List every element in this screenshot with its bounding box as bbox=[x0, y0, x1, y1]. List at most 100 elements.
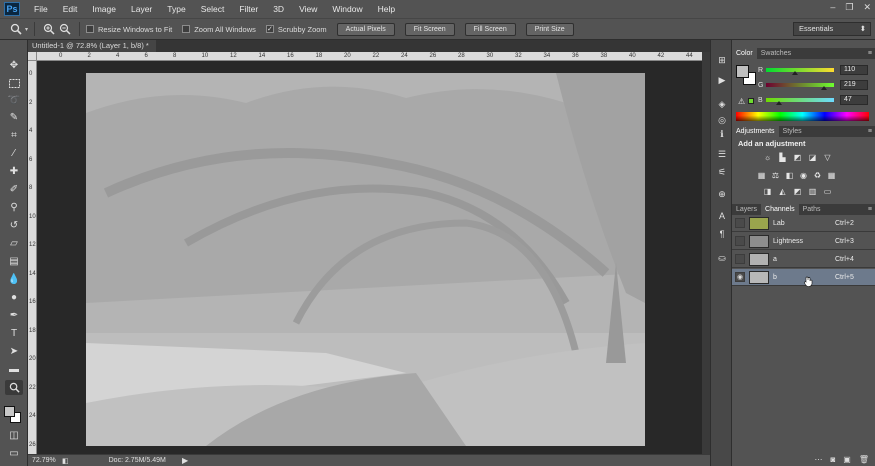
path-selection-tool-icon[interactable]: ➤ bbox=[5, 344, 23, 359]
menu-type[interactable]: Type bbox=[159, 4, 192, 14]
slider-track[interactable] bbox=[766, 83, 834, 90]
quick-select-tool-icon[interactable]: ✎ bbox=[5, 110, 23, 125]
invert-icon[interactable]: ◨ bbox=[762, 186, 773, 196]
color-balance-icon[interactable]: ⚖ bbox=[770, 170, 781, 180]
workspace-select[interactable]: Essentials ⬍ bbox=[793, 22, 871, 36]
gradient-map-icon[interactable]: ▭ bbox=[822, 186, 833, 196]
delete-channel-icon[interactable]: 🗑 bbox=[859, 455, 869, 466]
menu-window[interactable]: Window bbox=[324, 4, 369, 14]
vertical-ruler[interactable]: 0246810121416182022242628 bbox=[28, 61, 37, 454]
history-panel-icon[interactable]: ⊞ bbox=[715, 54, 729, 66]
info-panel-icon[interactable]: ℹ bbox=[715, 128, 729, 140]
visibility-eye-icon[interactable] bbox=[735, 218, 745, 228]
scrubby-zoom-checkbox[interactable]: ✓ Scrubby Zoom bbox=[265, 25, 327, 34]
menu-select[interactable]: Select bbox=[193, 4, 232, 14]
tab-channels[interactable]: Channels bbox=[761, 204, 799, 215]
rectangle-tool-icon[interactable]: ▬ bbox=[5, 362, 23, 377]
tab-layers[interactable]: Layers bbox=[732, 204, 761, 215]
tab-adjustments[interactable]: Adjustments bbox=[732, 126, 779, 137]
navigator-panel-icon[interactable]: ◎ bbox=[715, 114, 729, 126]
slider-value-input[interactable]: 219 bbox=[840, 80, 868, 90]
paragraph-panel-icon[interactable]: ¶ bbox=[715, 228, 729, 240]
resize-windows-checkbox[interactable]: Resize Windows to Fit bbox=[86, 25, 172, 34]
layer-comps-icon[interactable]: ◈ bbox=[715, 98, 729, 110]
panel-menu-icon[interactable]: ≡ bbox=[868, 48, 872, 59]
zoom-out-icon[interactable] bbox=[57, 21, 73, 37]
screen-mode-icon[interactable]: ▭ bbox=[5, 446, 23, 461]
exposure-icon[interactable]: ◪ bbox=[807, 152, 818, 162]
channel-mixer-icon[interactable]: ♻ bbox=[812, 170, 823, 180]
zoom-level-field[interactable]: 72.79% bbox=[28, 457, 58, 464]
slider-track[interactable] bbox=[766, 98, 834, 105]
clone-stamp-tool-icon[interactable]: ⚲ bbox=[5, 200, 23, 215]
selective-color-icon[interactable]: ▥ bbox=[807, 186, 818, 196]
slider-handle[interactable] bbox=[775, 101, 782, 105]
menu-edit[interactable]: Edit bbox=[55, 4, 85, 14]
eyedropper-tool-icon[interactable]: ⁄ bbox=[5, 146, 23, 161]
threshold-icon[interactable]: ◩ bbox=[792, 186, 803, 196]
foreground-color-swatch[interactable] bbox=[4, 406, 15, 417]
slider-value-input[interactable]: 47 bbox=[840, 95, 868, 105]
gamut-color-chip[interactable] bbox=[748, 98, 754, 104]
dodge-tool-icon[interactable]: ● bbox=[5, 290, 23, 305]
tab-paths[interactable]: Paths bbox=[799, 204, 825, 215]
menu-help[interactable]: Help bbox=[370, 4, 402, 14]
tab-swatches[interactable]: Swatches bbox=[757, 48, 795, 59]
menu-view[interactable]: View bbox=[291, 4, 324, 14]
hue-saturation-icon[interactable]: ▦ bbox=[756, 170, 767, 180]
posterize-icon[interactable]: ◭ bbox=[777, 186, 788, 196]
vibrance-icon[interactable]: ▽ bbox=[822, 152, 833, 162]
quick-mask-icon[interactable]: ◫ bbox=[5, 428, 23, 443]
brush-panel-icon[interactable]: ⚟ bbox=[715, 166, 729, 178]
photo-filter-icon[interactable]: ◉ bbox=[798, 170, 809, 180]
new-channel-icon[interactable]: ▣ bbox=[843, 455, 851, 466]
curves-icon[interactable]: ◩ bbox=[792, 152, 803, 162]
fit-screen-button[interactable]: Fit Screen bbox=[404, 22, 455, 36]
restore-button[interactable]: ❐ bbox=[845, 2, 853, 13]
panel-menu-icon[interactable]: ≡ bbox=[868, 204, 872, 215]
horizontal-ruler[interactable]: 0 2 4 6 8 10 12 14 16 18 20 22 24 26 28 30 32 34 36 38 40 42 4… bbox=[37, 52, 710, 61]
color-lookup-icon[interactable]: ▦ bbox=[826, 170, 837, 180]
actual-pixels-button[interactable]: Actual Pixels bbox=[336, 22, 395, 36]
menu-3d[interactable]: 3D bbox=[265, 4, 291, 14]
panel-menu-icon[interactable]: ≡ bbox=[868, 126, 872, 137]
type-tool-icon[interactable]: T bbox=[5, 326, 23, 341]
close-button[interactable]: ✕ bbox=[863, 2, 871, 13]
black-white-icon[interactable]: ◧ bbox=[784, 170, 795, 180]
marquee-tool-icon[interactable] bbox=[5, 76, 23, 91]
crop-tool-icon[interactable]: ⌗ bbox=[5, 128, 23, 143]
clone-source-icon[interactable]: ⊕ bbox=[715, 188, 729, 200]
history-brush-tool-icon[interactable]: ↺ bbox=[5, 218, 23, 233]
tab-styles[interactable]: Styles bbox=[779, 126, 806, 137]
document-tab[interactable]: Untitled-1 @ 72.8% (Layer 1, b/8) * × bbox=[28, 40, 156, 62]
zoom-tool-icon[interactable] bbox=[5, 380, 23, 395]
tab-color[interactable]: Color bbox=[732, 48, 757, 59]
load-channel-selection-icon[interactable]: ⋯ bbox=[814, 455, 822, 466]
tool-presets-icon[interactable]: ⛀ bbox=[715, 252, 729, 264]
print-size-button[interactable]: Print Size bbox=[525, 22, 574, 36]
menu-filter[interactable]: Filter bbox=[231, 4, 265, 14]
save-selection-icon[interactable]: ◙ bbox=[830, 455, 835, 466]
zoom-in-icon[interactable] bbox=[41, 21, 57, 37]
blur-tool-icon[interactable]: 💧 bbox=[5, 272, 23, 287]
fill-screen-button[interactable]: Fill Screen bbox=[464, 22, 516, 36]
channel-row[interactable]: Lightness Ctrl+3 bbox=[732, 233, 875, 250]
color-spectrum-ramp[interactable] bbox=[736, 112, 869, 121]
actions-panel-icon[interactable]: ▶ bbox=[715, 74, 729, 86]
channel-row[interactable]: a Ctrl+4 bbox=[732, 251, 875, 268]
move-tool-icon[interactable]: ✥ bbox=[5, 58, 23, 73]
ruler-origin[interactable] bbox=[28, 52, 37, 61]
zoom-tool-preset-icon[interactable] bbox=[8, 21, 24, 37]
slider-track[interactable] bbox=[766, 68, 834, 75]
slider-value-input[interactable]: 110 bbox=[840, 65, 868, 75]
channel-row[interactable]: Lab Ctrl+2 bbox=[732, 215, 875, 232]
gradient-tool-icon[interactable]: ▤ bbox=[5, 254, 23, 269]
brush-tool-icon[interactable]: ✐ bbox=[5, 182, 23, 197]
menu-layer[interactable]: Layer bbox=[123, 4, 159, 14]
brush-presets-icon[interactable]: ☰ bbox=[715, 148, 729, 160]
zoom-all-windows-checkbox[interactable]: Zoom All Windows bbox=[182, 25, 256, 34]
levels-icon[interactable]: ▙ bbox=[777, 152, 788, 162]
visibility-eye-icon[interactable] bbox=[735, 254, 745, 264]
eraser-tool-icon[interactable]: ▱ bbox=[5, 236, 23, 251]
menu-file[interactable]: File bbox=[26, 4, 55, 14]
